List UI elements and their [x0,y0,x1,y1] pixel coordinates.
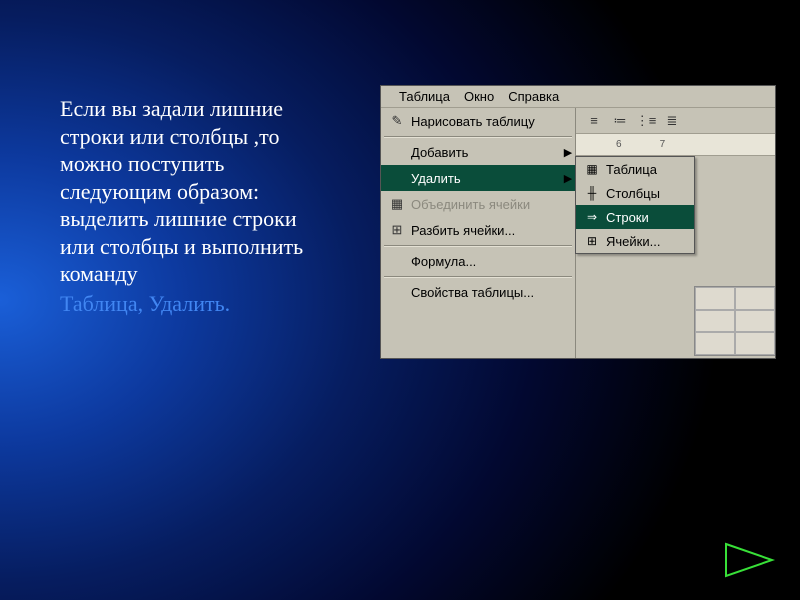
toolbar: ≡ ≔ ⋮≡ ≣ [576,108,775,134]
submenu-columns[interactable]: ╫ Столбцы [576,181,694,205]
right-column: ≡ ≔ ⋮≡ ≣ 6 7 ▦ Таблица ╫ Столбцы [576,108,775,358]
menu-table-properties[interactable]: Свойства таблицы... [381,279,575,305]
chevron-right-icon: ▶ [561,172,575,185]
ruler: 6 7 [576,134,775,156]
slide-text-block: Если вы задали лишние строки или столбцы… [60,95,330,317]
menu-draw-table[interactable]: ✎ Нарисовать таблицу [381,108,575,134]
slide-body-text: Если вы задали лишние строки или столбцы… [60,95,330,288]
slide-accent-text: Таблица, Удалить. [60,290,330,318]
menu-add[interactable]: Добавить ▶ [381,139,575,165]
pencil-icon: ✎ [387,111,407,131]
numbered-list-icon[interactable]: ⋮≡ [636,111,656,131]
menu-merge-cells[interactable]: ▦ Объединить ячейки [381,191,575,217]
document-table [694,286,776,356]
align-left-icon[interactable]: ≡ [584,111,604,131]
menu-separator [384,136,572,137]
table-menu: ✎ Нарисовать таблицу Добавить ▶ Удалить … [381,108,576,358]
bullet-list-icon[interactable]: ≔ [610,111,630,131]
submenu-table[interactable]: ▦ Таблица [576,157,694,181]
table-icon: ▦ [582,160,602,178]
menubar-table[interactable]: Таблица [399,89,450,104]
delete-submenu: ▦ Таблица ╫ Столбцы ⇒ Строки ⊞ Ячейки... [575,156,695,254]
cells-icon: ⊞ [582,232,602,250]
menubar-window[interactable]: Окно [464,89,494,104]
menu-formula[interactable]: Формула... [381,248,575,274]
document-area: ▦ Таблица ╫ Столбцы ⇒ Строки ⊞ Ячейки... [576,156,775,358]
indent-icon[interactable]: ≣ [662,111,682,131]
menu-delete[interactable]: Удалить ▶ [381,165,575,191]
menubar-help[interactable]: Справка [508,89,559,104]
submenu-rows[interactable]: ⇒ Строки [576,205,694,229]
menu-separator [384,276,572,277]
chevron-right-icon: ▶ [561,146,575,159]
submenu-cells[interactable]: ⊞ Ячейки... [576,229,694,253]
rows-icon: ⇒ [582,208,602,226]
columns-icon: ╫ [582,184,602,202]
merge-icon: ▦ [387,194,407,214]
ruler-mark: 6 [616,139,622,150]
menu-separator [384,245,572,246]
menubar: Таблица Окно Справка [381,86,775,108]
split-icon: ⊞ [387,220,407,240]
word-screenshot: Таблица Окно Справка ✎ Нарисовать таблиц… [380,85,776,359]
menu-split-cells[interactable]: ⊞ Разбить ячейки... [381,217,575,243]
content-row: ✎ Нарисовать таблицу Добавить ▶ Удалить … [381,108,775,358]
ruler-mark: 7 [660,139,666,150]
next-slide-button[interactable] [722,540,778,580]
